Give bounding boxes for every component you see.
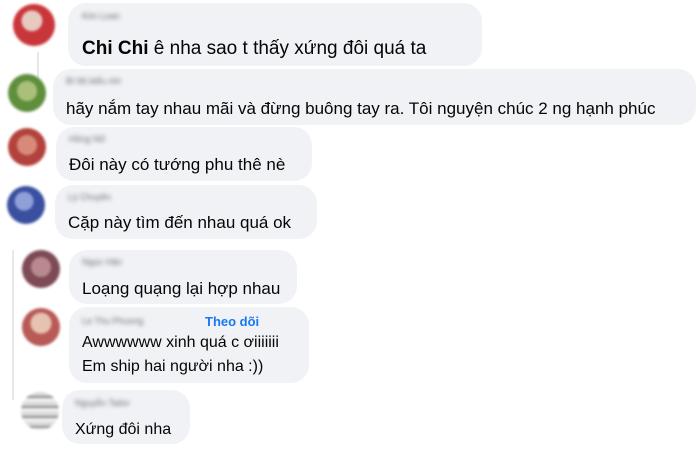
comment-bubble: Bí Mị biểu nhì hãy nắm tay nhau mãi và đ… <box>53 69 696 125</box>
comment-text: Em ship hai người nha :)) <box>82 358 264 375</box>
comment-text: Xứng đôi nha <box>75 421 172 438</box>
avatar[interactable] <box>13 4 55 46</box>
comment-author[interactable]: Bí Mị biểu nhì <box>66 76 121 86</box>
comment-bubble: Le Thu Phuong Theo dõi Awwwwww xinh quá … <box>69 307 309 383</box>
comment-text: Đôi này có tướng phu thê nè <box>69 155 286 174</box>
comment-author[interactable]: Le Thu Phuong <box>82 316 143 326</box>
comment-author[interactable]: Hồng Nữ <box>69 134 106 144</box>
comment-author[interactable]: Ngọc Hân <box>82 257 122 267</box>
comment-item: Hồng Nữ Đôi này có tướng phu thê nè <box>0 124 700 184</box>
comment-text: Cặp này tìm đến nhau quá ok <box>68 213 292 232</box>
comment-item: Kim Loan Chi Chi ê nha sao t thấy xứng đ… <box>0 0 700 70</box>
comment-item: Nguyễn Tailor Xứng đôi nha <box>0 388 700 451</box>
comment-author[interactable]: Nguyễn Tailor <box>75 398 130 408</box>
comment-text: Chi Chi ê nha sao t thấy xứng đôi quá ta <box>82 36 426 61</box>
avatar[interactable] <box>8 74 46 112</box>
comment-text: Awwwwww xinh quá c ơiiiiiii <box>82 334 279 351</box>
comment-item: Le Thu Phuong Theo dõi Awwwwww xinh quá … <box>0 305 700 385</box>
comment-item: Lý Chuyên Cặp này tìm đến nhau quá ok <box>0 182 700 242</box>
comment-item: Bí Mị biểu nhì hãy nắm tay nhau mãi và đ… <box>0 66 700 126</box>
comment-author[interactable]: Kim Loan <box>82 11 120 21</box>
comment-text: Loạng quạng lại hợp nhau <box>82 279 281 298</box>
comment-text: hãy nắm tay nhau mãi và đừng buông tay r… <box>66 99 656 118</box>
mention-link[interactable]: Chi Chi <box>82 38 149 59</box>
follow-link[interactable]: Theo dõi <box>205 314 259 329</box>
avatar[interactable] <box>7 186 45 224</box>
comment-text-body: ê nha sao t thấy xứng đôi quá ta <box>148 38 427 59</box>
avatar[interactable] <box>22 308 60 346</box>
comment-item: Ngọc Hân Loạng quạng lại hợp nhau <box>0 246 700 306</box>
avatar[interactable] <box>8 128 46 166</box>
comment-author[interactable]: Lý Chuyên <box>68 192 111 202</box>
avatar[interactable] <box>21 392 59 430</box>
comment-bubble: Ngọc Hân Loạng quạng lại hợp nhau <box>69 250 297 304</box>
avatar[interactable] <box>22 250 60 288</box>
comment-bubble: Nguyễn Tailor Xứng đôi nha <box>62 390 190 444</box>
comment-bubble: Kim Loan Chi Chi ê nha sao t thấy xứng đ… <box>68 3 482 66</box>
comment-bubble: Lý Chuyên Cặp này tìm đến nhau quá ok <box>55 185 317 239</box>
comment-bubble: Hồng Nữ Đôi này có tướng phu thê nè <box>56 127 312 181</box>
